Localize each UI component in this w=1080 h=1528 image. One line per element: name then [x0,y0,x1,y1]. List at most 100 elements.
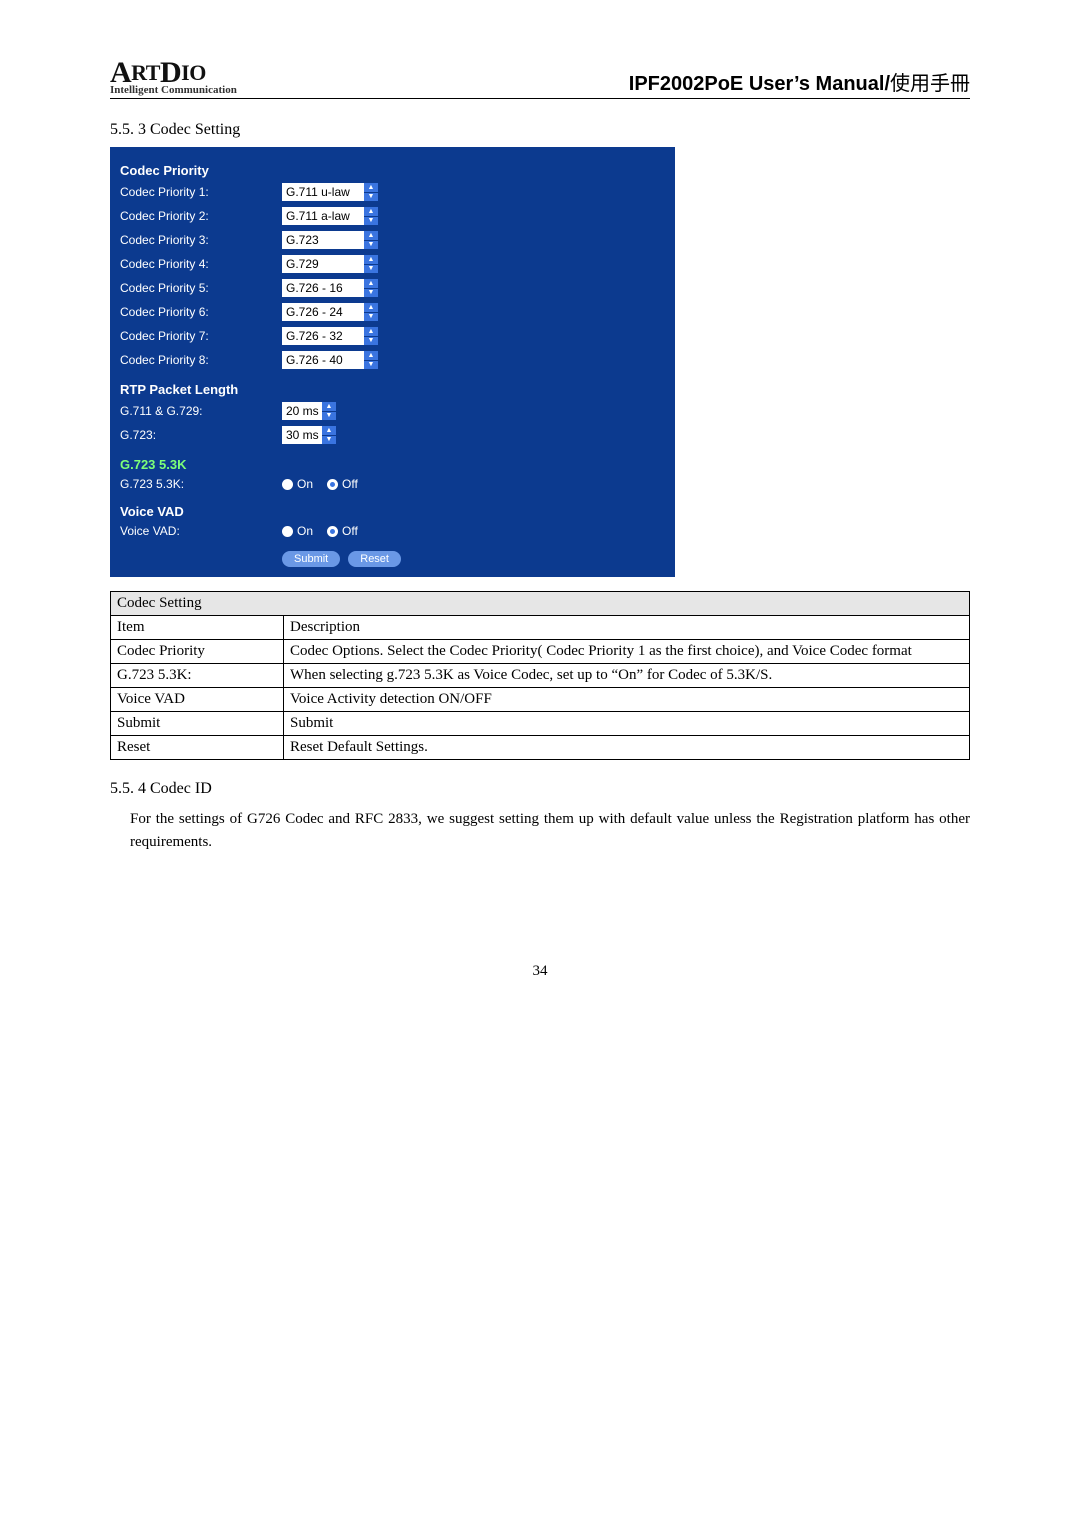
codec-priority-label: Codec Priority 1: [120,185,282,199]
table-cell-desc: Reset Default Settings. [284,736,970,760]
logo-tagline: Intelligent Communication [110,84,237,96]
stepper-icon[interactable]: ▲▼ [364,327,378,345]
submit-button[interactable]: Submit [282,551,340,567]
rtp-row: G.723: 30 ms ▲▼ [110,423,675,447]
table-cell-desc: Voice Activity detection ON/OFF [284,688,970,712]
logo-letter: IO [181,60,206,85]
stepper-icon[interactable]: ▲▼ [364,231,378,249]
codec-priority-label: Codec Priority 3: [120,233,282,247]
g723-radio-off[interactable]: Off [327,477,358,491]
table-cell-desc: Codec Options. Select the Codec Priority… [284,640,970,664]
codec-priority-select[interactable]: G.726 - 32 ▲▼ [282,327,378,345]
select-value: G.726 - 32 [286,329,343,343]
select-value: G.729 [286,257,319,271]
table-cell-item: Voice VAD [111,688,284,712]
codec-priority-select[interactable]: G.726 - 16 ▲▼ [282,279,378,297]
reset-button[interactable]: Reset [348,551,401,567]
stepper-icon[interactable]: ▲▼ [364,303,378,321]
document-title-cjk: 使用手冊 [890,67,970,96]
page-number: 34 [110,963,970,980]
radio-icon [282,526,293,537]
radio-icon [282,479,293,490]
codec-priority-label: Codec Priority 7: [120,329,282,343]
g723-row-label: G.723 5.3K: [120,477,282,491]
logo-letter: RT [131,60,160,85]
codec-priority-label: Codec Priority 2: [120,209,282,223]
table-col-desc: Description [284,616,970,640]
stepper-icon[interactable]: ▲▼ [364,351,378,369]
rtp-select[interactable]: 20 ms ▲▼ [282,402,336,420]
codec-priority-title: Codec Priority [110,153,675,180]
document-title-main: IPF2002PoE User’s Manual [629,73,885,95]
codec-priority-label: Codec Priority 6: [120,305,282,319]
codec-priority-select[interactable]: G.723 ▲▼ [282,231,378,249]
voice-vad-radio-on[interactable]: On [282,524,313,538]
codec-priority-select[interactable]: G.726 - 24 ▲▼ [282,303,378,321]
voice-vad-radio-off[interactable]: Off [327,524,358,538]
codec-priority-select[interactable]: G.726 - 40 ▲▼ [282,351,378,369]
table-col-item: Item [111,616,284,640]
table-head-row: Codec Setting [111,592,970,616]
document-title: IPF2002PoE User’s Manual/使用手冊 [629,67,970,96]
stepper-icon[interactable]: ▲▼ [364,279,378,297]
g723-title: G.723 5.3K [110,447,675,474]
stepper-icon[interactable]: ▲▼ [322,426,336,444]
logo-wordmark: ARTDIO [110,60,237,86]
codec-priority-select[interactable]: G.729 ▲▼ [282,255,378,273]
table-title: Codec Setting [111,592,970,616]
codec-setting-description-table: Codec Setting Item Description Codec Pri… [110,591,970,760]
voice-vad-radio-group: On Off [282,524,358,538]
g723-radio-on[interactable]: On [282,477,313,491]
table-row: G.723 5.3K: When selecting g.723 5.3K as… [111,664,970,688]
table-cell-desc: Submit [284,712,970,736]
rtp-row: G.711 & G.729: 20 ms ▲▼ [110,399,675,423]
select-value: 20 ms [286,404,319,418]
codec-priority-row: Codec Priority 3: G.723 ▲▼ [110,228,675,252]
table-cell-item: Submit [111,712,284,736]
radio-label: On [297,524,313,538]
table-cell-desc: When selecting g.723 5.3K as Voice Codec… [284,664,970,688]
codec-priority-row: Codec Priority 2: G.711 a-law ▲▼ [110,204,675,228]
select-value: G.726 - 16 [286,281,343,295]
radio-icon [327,526,338,537]
stepper-icon[interactable]: ▲▼ [364,183,378,201]
rtp-select[interactable]: 30 ms ▲▼ [282,426,336,444]
voice-vad-row: Voice VAD: On Off [110,521,675,541]
codec-priority-row: Codec Priority 7: G.726 - 32 ▲▼ [110,324,675,348]
codec-priority-row: Codec Priority 6: G.726 - 24 ▲▼ [110,300,675,324]
g723-radio-group: On Off [282,477,358,491]
rtp-row-label: G.723: [120,428,282,442]
section-heading-codec-setting: 5.5. 3 Codec Setting [110,121,970,139]
table-header-row: Item Description [111,616,970,640]
stepper-icon[interactable]: ▲▼ [322,402,336,420]
select-value: G.723 [286,233,319,247]
codec-settings-panel: Codec Priority Codec Priority 1: G.711 u… [110,147,675,577]
table-row: Voice VAD Voice Activity detection ON/OF… [111,688,970,712]
codec-priority-select[interactable]: G.711 a-law ▲▼ [282,207,378,225]
table-row: Submit Submit [111,712,970,736]
codec-priority-row: Codec Priority 5: G.726 - 16 ▲▼ [110,276,675,300]
radio-label: Off [342,524,358,538]
codec-priority-label: Codec Priority 5: [120,281,282,295]
rtp-row-label: G.711 & G.729: [120,404,282,418]
table-cell-item: G.723 5.3K: [111,664,284,688]
g723-row: G.723 5.3K: On Off [110,474,675,494]
codec-priority-row: Codec Priority 4: G.729 ▲▼ [110,252,675,276]
button-row: Submit Reset [110,541,675,567]
table-cell-item: Codec Priority [111,640,284,664]
radio-label: On [297,477,313,491]
page-header: ARTDIO Intelligent Communication IPF2002… [110,60,970,99]
codec-priority-row: Codec Priority 8: G.726 - 40 ▲▼ [110,348,675,372]
rtp-packet-length-title: RTP Packet Length [110,372,675,399]
stepper-icon[interactable]: ▲▼ [364,255,378,273]
select-value: 30 ms [286,428,319,442]
codec-id-paragraph: For the settings of G726 Codec and RFC 2… [130,808,970,853]
codec-priority-label: Codec Priority 4: [120,257,282,271]
codec-priority-select[interactable]: G.711 u-law ▲▼ [282,183,378,201]
stepper-icon[interactable]: ▲▼ [364,207,378,225]
select-value: G.726 - 24 [286,305,343,319]
radio-icon [327,479,338,490]
section-heading-codec-id: 5.5. 4 Codec ID [110,780,970,798]
radio-label: Off [342,477,358,491]
select-value: G.726 - 40 [286,353,343,367]
